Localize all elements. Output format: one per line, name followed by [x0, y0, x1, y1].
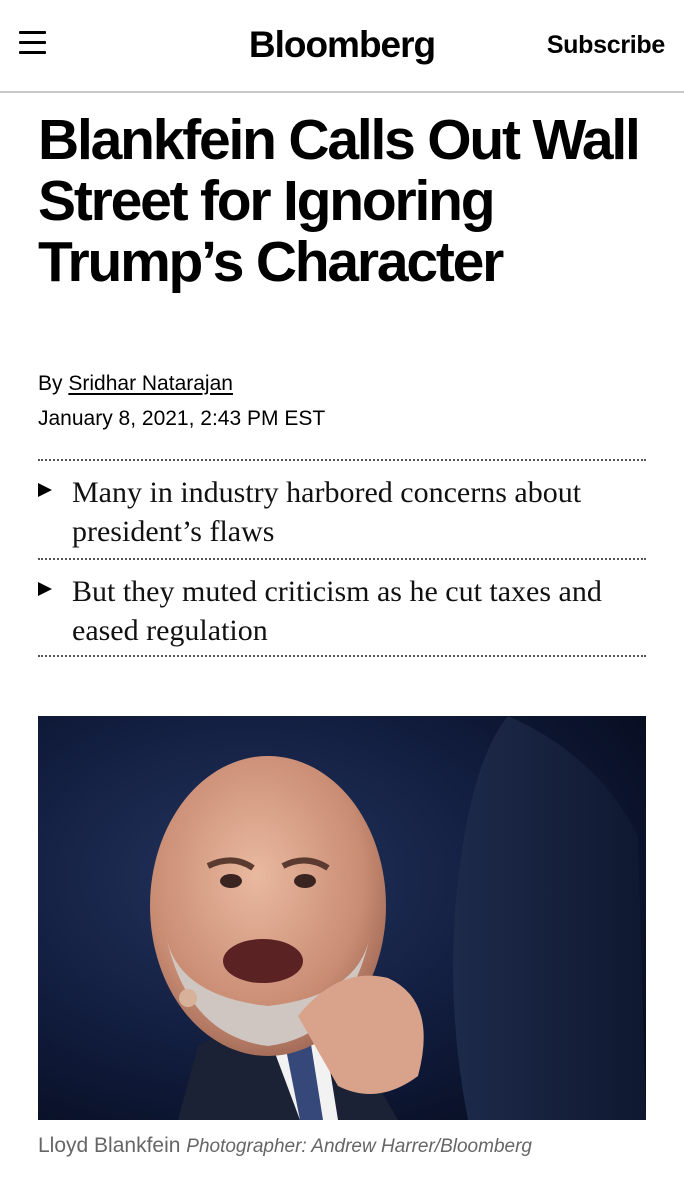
article-headline: Blankfein Calls Out Wall Street for Igno… [38, 108, 641, 294]
byline-prefix: By [38, 372, 63, 395]
photo-caption: Lloyd Blankfein Photographer: Andrew Har… [38, 1134, 532, 1158]
triangle-bullet-icon [38, 483, 52, 497]
bullet-text: But they muted criticism as he cut taxes… [72, 575, 602, 647]
author-link[interactable]: Sridhar Natarajan [68, 372, 233, 395]
caption-subject: Lloyd Blankfein [38, 1134, 181, 1157]
summary-bullet: Many in industry harbored concerns about… [38, 459, 646, 558]
byline: By Sridhar Natarajan [38, 372, 233, 396]
summary-bullets: Many in industry harbored concerns about… [38, 459, 646, 657]
photo-illustration [38, 716, 646, 1120]
triangle-bullet-icon [38, 582, 52, 596]
article-photo[interactable] [38, 716, 646, 1120]
publish-date: January 8, 2021, 2:43 PM EST [38, 407, 326, 430]
summary-bullet: But they muted criticism as he cut taxes… [38, 558, 646, 657]
photo-credit: Photographer: Andrew Harrer/Bloomberg [186, 1136, 532, 1157]
bullet-text: Many in industry harbored concerns about… [72, 476, 582, 548]
subscribe-button[interactable]: Subscribe [547, 31, 665, 60]
top-navigation-bar: Bloomberg Subscribe [0, 0, 684, 93]
